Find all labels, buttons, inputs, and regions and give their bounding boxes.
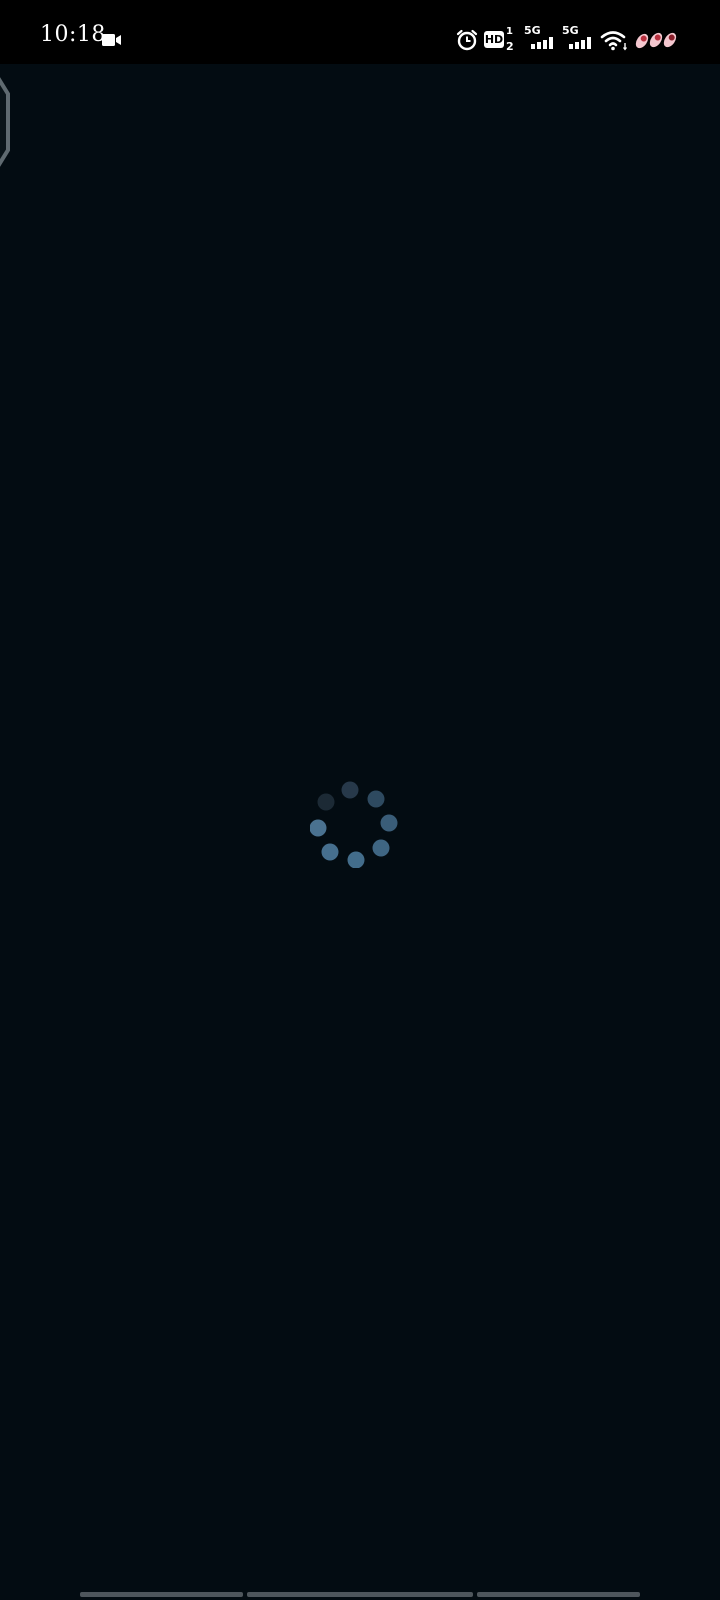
loading-spinner-icon (310, 781, 398, 868)
app-screen: 10:18 HD 1 2 5G 5G (0, 0, 720, 1600)
hd-label: HD (484, 31, 504, 48)
hd-voice-icon: HD 1 2 (484, 26, 518, 53)
sim1-signal-icon: 5G (524, 24, 556, 53)
nav-bar-right[interactable] (477, 1592, 640, 1597)
wifi-icon (600, 31, 627, 51)
sim1-network-label: 5G (524, 24, 541, 37)
spinner-dot (372, 839, 390, 857)
spinner-dot (317, 793, 335, 811)
sim2-network-label: 5G (562, 24, 579, 37)
hd-superscript: 1 (506, 26, 513, 37)
alarm-icon (456, 29, 478, 51)
status-icons: HD 1 2 5G 5G (456, 24, 682, 54)
nav-bar-center[interactable] (247, 1592, 473, 1597)
video-recording-icon (102, 34, 121, 46)
gesture-navigation-bar (0, 1592, 720, 1598)
spinner-dot (347, 851, 365, 868)
edge-floating-button[interactable] (0, 64, 10, 180)
status-time: 10:18 (40, 22, 106, 47)
nav-bar-left[interactable] (80, 1592, 243, 1597)
spinner-dot (310, 819, 327, 837)
sim2-signal-icon: 5G (562, 24, 594, 53)
hd-subscript: 2 (506, 40, 514, 53)
notification-icon (635, 32, 677, 49)
spinner-dot (321, 843, 339, 861)
status-bar: 10:18 HD 1 2 5G 5G (0, 0, 720, 64)
spinner-dot (380, 814, 398, 832)
spinner-dot (341, 781, 359, 799)
spinner-dot (367, 790, 385, 808)
